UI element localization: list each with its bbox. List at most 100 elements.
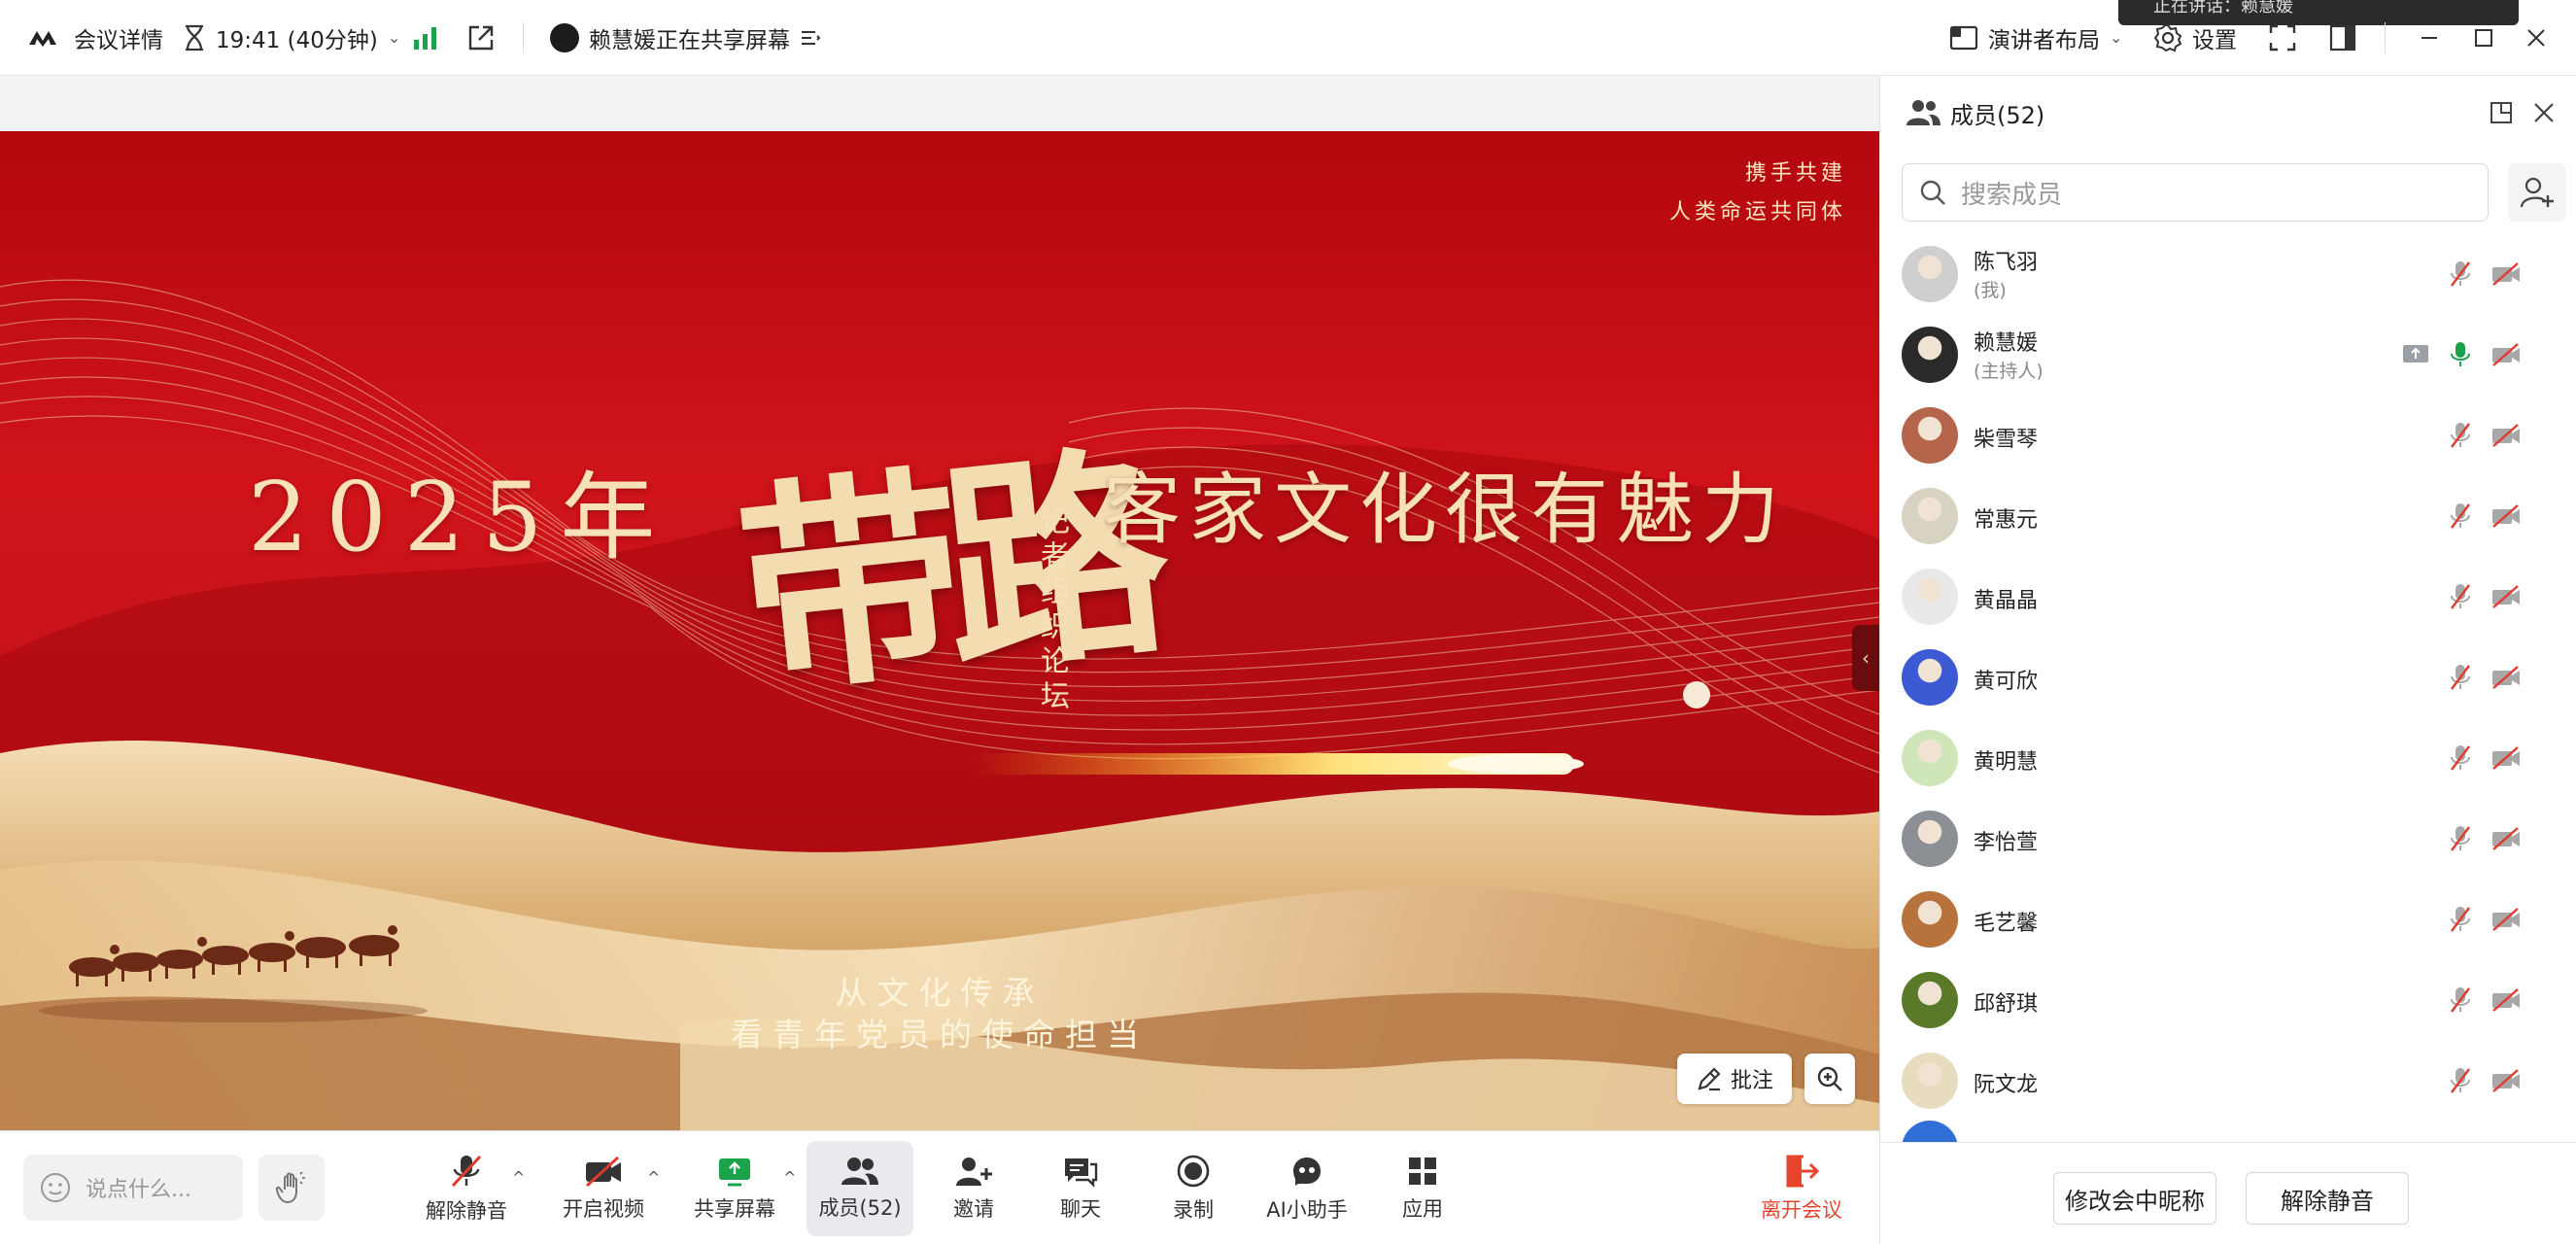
member-row[interactable]: 黄晶晶: [1880, 556, 2576, 637]
layout-menu-button[interactable]: 演讲者布局 ⌄: [1949, 0, 2122, 76]
member-row[interactable]: [1880, 1121, 2576, 1142]
share-options-caret[interactable]: ^: [783, 1168, 796, 1187]
member-row[interactable]: 陈飞羽 (我): [1880, 233, 2576, 314]
leave-meeting-button[interactable]: 离开会议: [1749, 1141, 1854, 1236]
member-name: 邱舒琪: [1974, 992, 2039, 1017]
chat-label: 聊天: [1060, 1197, 1101, 1221]
unmute-button[interactable]: 解除静音: [418, 1141, 515, 1236]
sidebar-toggle-icon[interactable]: [2328, 23, 2357, 52]
ai-assistant-button[interactable]: AI小助手: [1254, 1141, 1360, 1236]
chevron-down-icon: ⌄: [2110, 28, 2123, 47]
screen-share-icon: [2401, 342, 2430, 367]
ai-robot-icon: [1293, 1158, 1321, 1186]
camera-off-icon[interactable]: [2490, 907, 2522, 932]
member-row[interactable]: 黄可欣: [1880, 637, 2576, 717]
member-row[interactable]: 阮文龙: [1880, 1040, 2576, 1121]
slide-bottom-line1: 从文化传承: [835, 974, 1045, 1012]
member-row[interactable]: 黄明慧: [1880, 717, 2576, 798]
emoji-icon: [41, 1173, 70, 1202]
close-window-button[interactable]: [2507, 0, 2565, 76]
fullscreen-icon[interactable]: [2268, 23, 2297, 52]
maximize-button[interactable]: [2455, 0, 2513, 76]
popout-icon[interactable]: [2489, 100, 2514, 125]
annotate-button[interactable]: 批注: [1677, 1054, 1792, 1104]
unmute-all-button[interactable]: 解除静音: [2246, 1172, 2409, 1225]
members-button[interactable]: 成员(52): [807, 1141, 913, 1236]
sharing-status[interactable]: 赖慧媛正在共享屏幕: [550, 0, 821, 76]
mic-muted-icon[interactable]: [2448, 663, 2473, 692]
member-row[interactable]: 赖慧媛 (主持人): [1880, 314, 2576, 395]
camera-off-icon[interactable]: [2490, 584, 2522, 609]
menu-lines-icon: [802, 30, 821, 45]
avatar: [550, 22, 579, 52]
share-screen-button[interactable]: 共享屏幕: [686, 1141, 783, 1236]
external-window-icon[interactable]: [466, 23, 496, 52]
camera-off-icon[interactable]: [2490, 503, 2522, 529]
record-button[interactable]: 录制: [1152, 1141, 1234, 1236]
member-row[interactable]: 李怡萱: [1880, 798, 2576, 879]
add-user-icon: [2520, 177, 2554, 208]
camera-off-icon[interactable]: [2490, 342, 2522, 367]
video-options-caret[interactable]: ^: [647, 1168, 660, 1187]
mic-muted-icon[interactable]: [2448, 1066, 2473, 1095]
zoom-button[interactable]: [1804, 1054, 1855, 1104]
meeting-details-label: 会议详情: [74, 27, 163, 53]
collapse-panel-button[interactable]: ‹: [1852, 625, 1879, 691]
mic-muted-icon[interactable]: [2448, 905, 2473, 934]
close-icon: [2527, 29, 2545, 47]
mic-active-icon[interactable]: [2448, 340, 2473, 369]
meeting-timer[interactable]: 19:41 (40分钟) ⌄: [183, 0, 400, 76]
camera-off-icon[interactable]: [2490, 423, 2522, 448]
search-members-input[interactable]: 搜索成员: [1902, 163, 2489, 222]
annotate-label: 批注: [1730, 1069, 1773, 1093]
raise-hand-button[interactable]: [258, 1155, 325, 1221]
hourglass-icon: [186, 24, 203, 51]
mic-options-caret[interactable]: ^: [512, 1168, 525, 1187]
mic-muted-icon[interactable]: [2448, 824, 2473, 853]
camera-off-icon[interactable]: [2490, 745, 2522, 771]
mic-muted-icon[interactable]: [2448, 501, 2473, 531]
shared-slide: 携手共建 人类命运共同体 2025年 带路 记者组织论坛 客家文化很有魅力 从文…: [0, 131, 1879, 1132]
member-name: 阮文龙: [1974, 1073, 2039, 1097]
title-bar: 会议详情 19:41 (40分钟) ⌄ 赖慧媛正在共享屏幕 正在讲话：赖慧媛 演…: [0, 0, 2576, 76]
chat-button[interactable]: 聊天: [1040, 1141, 1121, 1236]
member-row[interactable]: 邱舒琪: [1880, 959, 2576, 1040]
gear-icon: [2153, 23, 2182, 52]
chat-input[interactable]: 说点什么...: [23, 1155, 243, 1221]
apps-button[interactable]: 应用: [1382, 1141, 1463, 1236]
mic-muted-icon: [451, 1155, 482, 1188]
signal-strength-icon[interactable]: [412, 24, 439, 52]
mic-muted-icon[interactable]: [2448, 582, 2473, 611]
avatar: [1902, 326, 1958, 383]
rename-button[interactable]: 修改会中昵称: [2053, 1172, 2216, 1225]
invite-button[interactable]: 邀请: [933, 1141, 1014, 1236]
camera-off-icon[interactable]: [2490, 665, 2522, 690]
member-name: 黄可欣: [1974, 670, 2039, 694]
mic-muted-icon[interactable]: [2448, 743, 2473, 773]
add-user-icon: [956, 1158, 992, 1186]
invite-member-button[interactable]: [2508, 163, 2566, 222]
avatar: [1902, 971, 1958, 1028]
mic-muted-icon[interactable]: [2448, 985, 2473, 1015]
meeting-details-button[interactable]: 会议详情: [27, 0, 163, 76]
start-video-button[interactable]: 开启视频: [552, 1141, 655, 1236]
camera-off-icon[interactable]: [2490, 261, 2522, 287]
camera-off-icon[interactable]: [2490, 987, 2522, 1013]
member-row[interactable]: 柴雪琴: [1880, 395, 2576, 475]
divider: [523, 22, 524, 53]
minimize-button[interactable]: [2400, 0, 2458, 76]
settings-button[interactable]: 设置: [2153, 0, 2237, 76]
avatar: [1902, 729, 1958, 786]
avatar: [1902, 1121, 1958, 1142]
avatar: [1902, 487, 1958, 544]
member-row[interactable]: 毛艺馨: [1880, 879, 2576, 959]
camera-off-icon[interactable]: [2490, 826, 2522, 851]
member-row[interactable]: 常惠元: [1880, 475, 2576, 556]
close-icon[interactable]: [2532, 101, 2556, 124]
mic-muted-icon[interactable]: [2448, 259, 2473, 289]
mic-muted-icon[interactable]: [2448, 421, 2473, 450]
pencil-icon: [1698, 1067, 1721, 1091]
camera-off-icon[interactable]: [2490, 1068, 2522, 1093]
layout-icon: [1949, 25, 1978, 50]
layout-label: 演讲者布局: [1988, 27, 2100, 53]
